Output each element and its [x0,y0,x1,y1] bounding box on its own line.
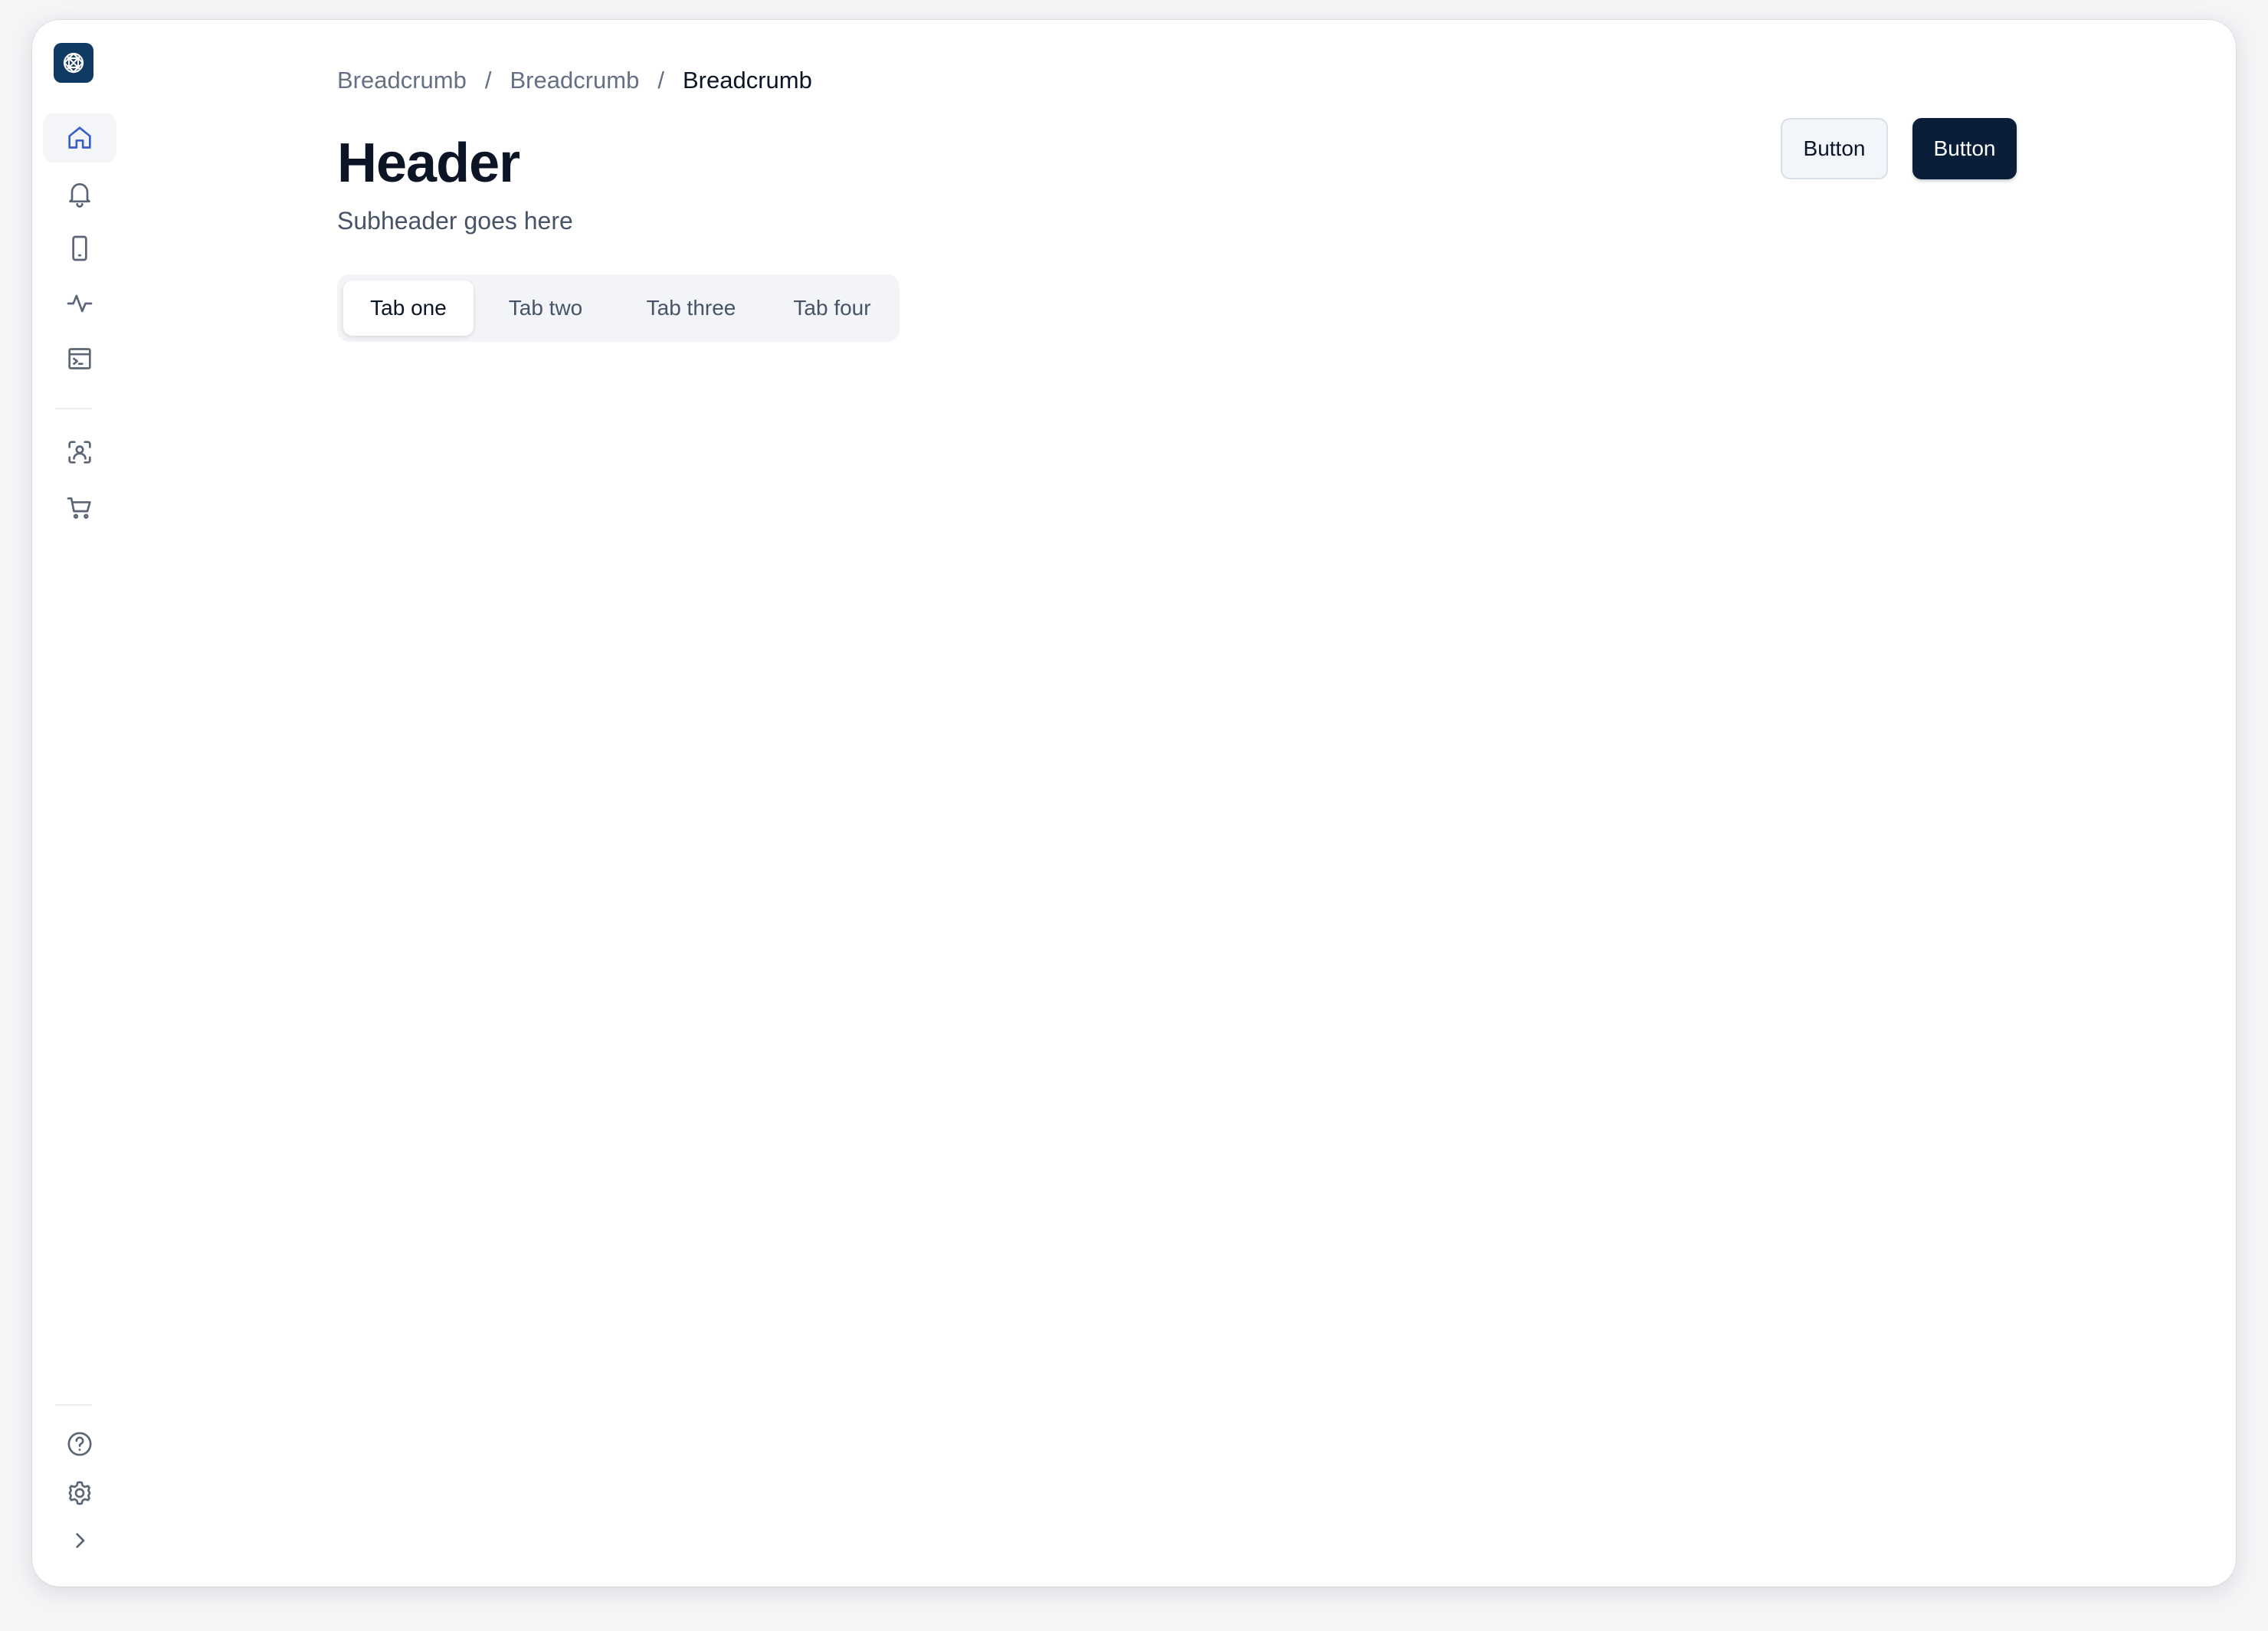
sidebar-item-console[interactable] [43,334,116,383]
gear-icon [68,1481,91,1505]
chevron-right-icon [76,1533,85,1548]
tab-one[interactable]: Tab one [343,281,474,336]
phone-icon [72,235,87,261]
breadcrumb-current: Breadcrumb [682,67,812,94]
sidebar-item-notifications[interactable] [43,169,116,218]
page-title: Header [337,133,520,194]
sidebar [32,20,147,1587]
sidebar-item-settings[interactable] [43,1469,116,1518]
tab-four[interactable]: Tab four [768,281,896,336]
user-scan-icon [68,441,91,464]
sidebar-item-help[interactable] [43,1419,116,1469]
sidebar-divider-top [55,408,92,409]
tab-bar: Tab one Tab two Tab three Tab four [337,274,900,342]
page-subtitle: Subheader goes here [337,207,573,235]
breadcrumb-separator: / [484,67,492,94]
sidebar-expand-toggle[interactable] [43,1516,116,1565]
breadcrumb-separator: / [657,67,664,94]
app-window: Breadcrumb / Breadcrumb / Breadcrumb Hea… [32,20,2236,1587]
activity-icon [67,294,93,313]
logo-icon [63,52,84,74]
breadcrumb: Breadcrumb / Breadcrumb / Breadcrumb [337,63,812,98]
sidebar-item-shop[interactable] [43,483,116,532]
sidebar-item-users[interactable] [43,428,116,477]
home-icon [68,126,91,149]
cart-icon [67,497,91,519]
tab-three[interactable]: Tab three [618,281,765,336]
breadcrumb-item[interactable]: Breadcrumb [337,67,467,94]
sidebar-divider-bottom [55,1404,92,1406]
bell-icon [69,183,90,208]
app-logo[interactable] [54,43,93,83]
sidebar-item-activity[interactable] [43,279,116,328]
tab-two[interactable]: Tab two [478,281,613,336]
sidebar-item-home[interactable] [43,113,116,162]
help-icon [67,1432,92,1456]
breadcrumb-item[interactable]: Breadcrumb [510,67,639,94]
secondary-button[interactable]: Button [1781,118,1888,179]
primary-button[interactable]: Button [1912,118,2017,179]
sidebar-item-devices[interactable] [43,224,116,273]
terminal-window-icon [68,348,91,369]
